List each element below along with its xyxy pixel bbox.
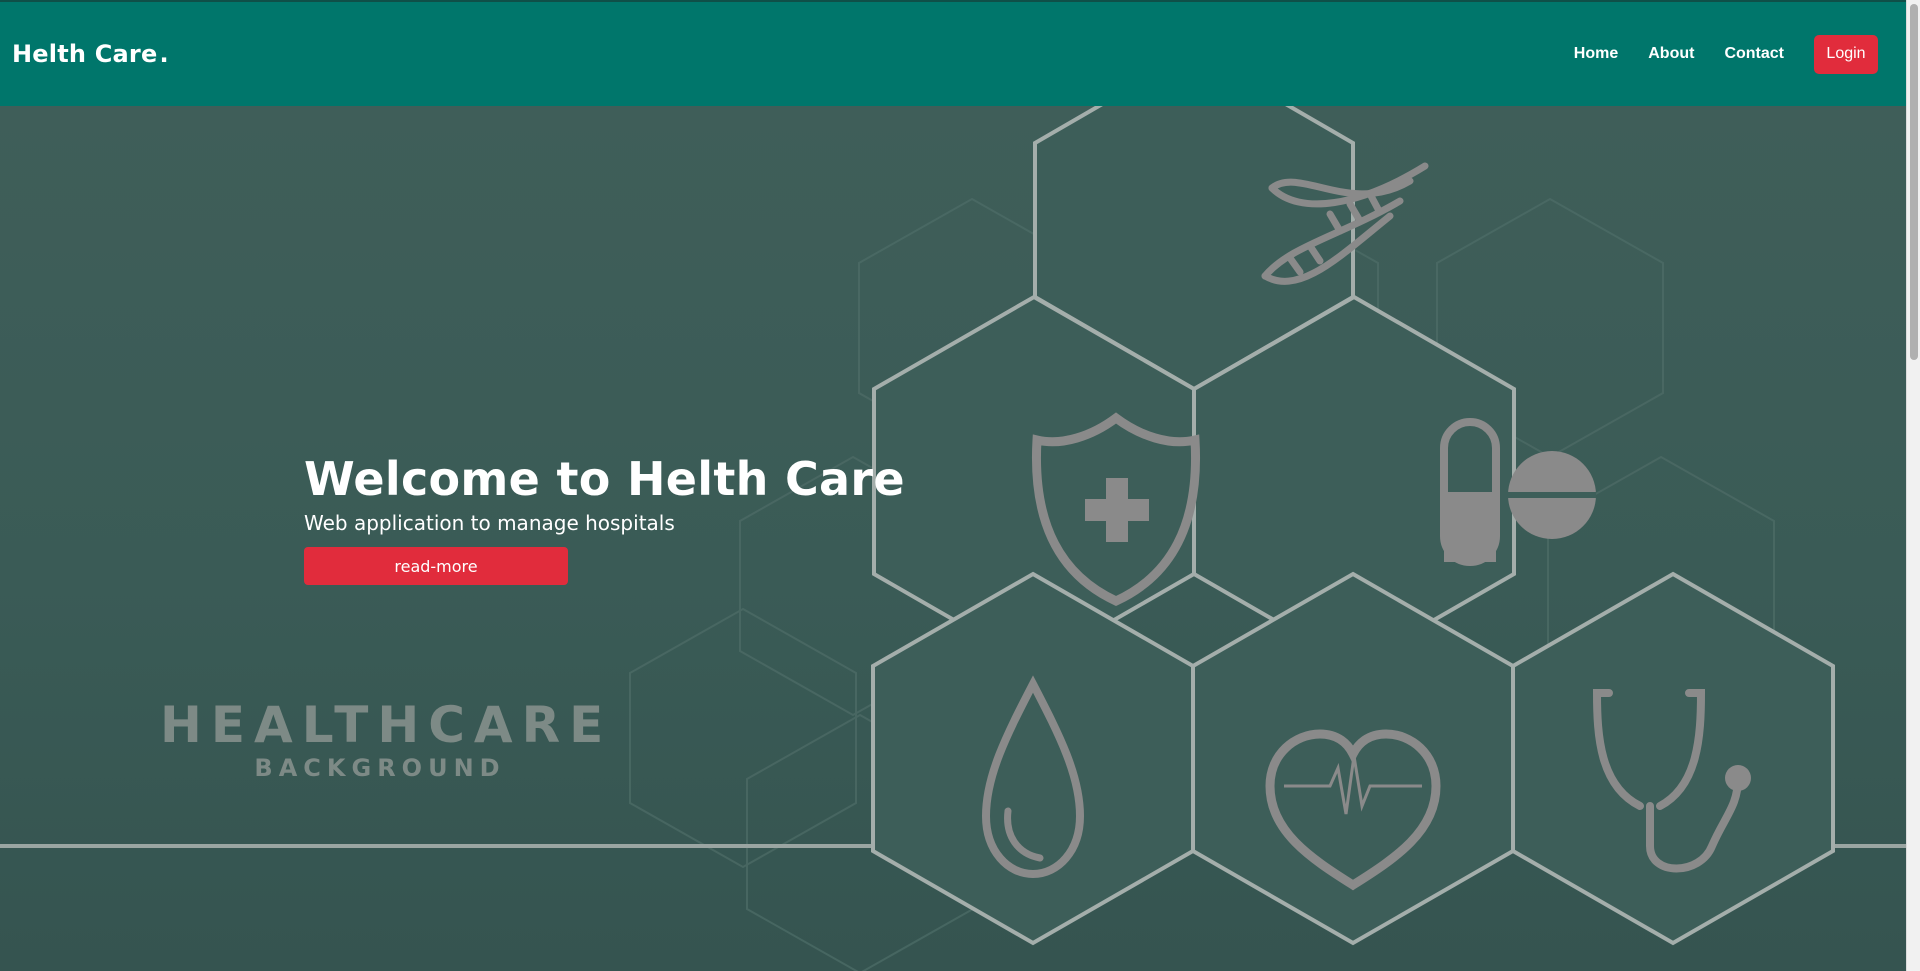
vertical-scrollbar[interactable] <box>1906 0 1920 971</box>
hero-title: Welcome to Helth Care <box>304 452 905 506</box>
hero-subtitle: Web application to manage hospitals <box>304 511 675 536</box>
watermark-main: HEALTHCARE <box>160 696 613 754</box>
hero-section: HEALTHCARE BACKGROUND Welcome to Helth C… <box>0 106 1906 971</box>
nav-link-about[interactable]: About <box>1648 45 1694 63</box>
nav-links: Home About Contact Login <box>1544 34 1878 74</box>
scrollbar-thumb[interactable] <box>1910 4 1918 360</box>
hero-content: Welcome to Helth Care Web application to… <box>304 452 905 586</box>
brand-logo[interactable]: Helth Care . <box>12 40 169 68</box>
navbar: Helth Care . Home About Contact Login <box>0 0 1906 106</box>
nav-link-home[interactable]: Home <box>1574 45 1618 63</box>
healthcare-background-watermark: HEALTHCARE BACKGROUND <box>160 696 613 782</box>
watermark-sub: BACKGROUND <box>254 754 506 782</box>
hex-stethoscope <box>1511 571 1835 946</box>
login-button[interactable]: Login <box>1814 34 1878 74</box>
brand-dot: . <box>159 40 169 68</box>
hero-background-graphic <box>0 106 1906 971</box>
hex-drop <box>871 571 1195 946</box>
brand-name: Helth Care <box>12 40 158 68</box>
read-more-button[interactable]: read-more <box>304 547 568 586</box>
nav-link-contact[interactable]: Contact <box>1724 45 1784 63</box>
page: Helth Care . Home About Contact Login HE… <box>0 0 1920 971</box>
